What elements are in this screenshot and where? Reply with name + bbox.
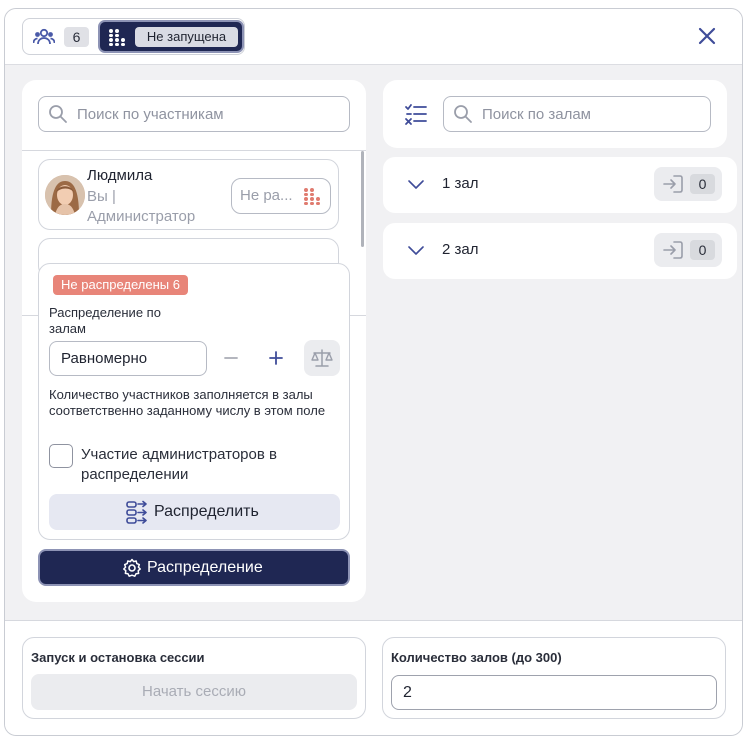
participant-card[interactable]: Людмила Вы | Администратор Не ра... xyxy=(38,159,339,230)
participant-role-line1: Вы | xyxy=(87,188,116,205)
room-participants-count: 0 xyxy=(690,240,715,260)
participant-role-line2: Администратор xyxy=(87,208,196,225)
session-window: 6 Не запущена Поиск по участникам Людмил… xyxy=(4,8,743,736)
session-header-group: 6 Не запущена xyxy=(22,18,245,55)
participant-role: Вы | Администратор xyxy=(87,187,217,227)
sort-icon[interactable] xyxy=(404,102,428,126)
rooms-search-panel xyxy=(383,80,727,148)
avatar xyxy=(45,175,85,215)
search-icon xyxy=(49,105,67,123)
people-icon xyxy=(33,28,55,45)
rooms-count-input[interactable]: 2 xyxy=(391,675,717,710)
search-icon xyxy=(454,105,472,123)
admins-checkbox-label: Участие администраторов в распределении xyxy=(81,446,277,483)
join-room-button[interactable]: 0 xyxy=(654,233,722,267)
distribution-mode-field[interactable]: Равномерно xyxy=(49,341,207,376)
distribution-settings-label: Распределение xyxy=(147,559,263,576)
room-participants-count: 0 xyxy=(690,174,715,194)
rooms-search[interactable] xyxy=(443,96,711,132)
distribute-icon xyxy=(126,500,147,524)
participant-room-select[interactable]: Не ра... xyxy=(231,178,331,214)
rooms-search-input[interactable] xyxy=(482,97,706,131)
session-status-button[interactable]: Не запущена xyxy=(98,20,244,53)
session-status-badge: Не запущена xyxy=(135,27,238,47)
participant-name: Людмила xyxy=(87,167,153,184)
plus-icon[interactable] xyxy=(267,349,285,367)
distribution-box: Не распределены 6 Распределение по залам… xyxy=(38,263,350,540)
rooms-count-title: Количество залов (до 300) xyxy=(391,650,562,665)
room-row[interactable]: 2 зал 0 xyxy=(383,223,737,279)
chevron-down-icon[interactable] xyxy=(407,243,425,257)
enter-room-icon xyxy=(663,241,683,259)
bottom-bar: Запуск и остановка сессии Начать сессию … xyxy=(5,620,742,735)
top-bar: 6 Не запущена xyxy=(5,9,742,65)
balance-icon xyxy=(311,349,333,367)
close-icon[interactable] xyxy=(695,24,719,48)
minus-icon[interactable] xyxy=(222,349,240,367)
gear-icon xyxy=(123,558,141,577)
join-room-button[interactable]: 0 xyxy=(654,167,722,201)
group-icon xyxy=(109,29,125,46)
rooms-count-card: Количество залов (до 300) 2 xyxy=(382,637,726,719)
unassigned-badge: Не распределены 6 xyxy=(53,275,188,295)
participants-scrollbar[interactable] xyxy=(361,151,364,247)
session-control-title: Запуск и остановка сессии xyxy=(31,650,205,665)
balance-button[interactable] xyxy=(304,340,340,376)
distribute-button-label: Распределить xyxy=(154,503,259,520)
distribute-button[interactable]: Распределить xyxy=(49,494,340,530)
enter-room-icon xyxy=(663,175,683,193)
distribution-hint: Количество участников заполняется в залы… xyxy=(49,387,326,418)
room-name: 2 зал xyxy=(442,241,479,258)
room-row[interactable]: 1 зал 0 xyxy=(383,157,737,213)
participant-room-placeholder: Не ра... xyxy=(240,187,293,204)
start-session-button[interactable]: Начать сессию xyxy=(31,674,357,710)
chevron-down-icon[interactable] xyxy=(407,177,425,191)
admins-checkbox[interactable] xyxy=(49,444,73,468)
participants-panel: Людмила Вы | Администратор Не ра... xyxy=(22,80,366,602)
distribution-label: Распределение по залам xyxy=(49,305,161,336)
distribution-settings-button[interactable]: Распределение xyxy=(38,549,350,586)
group-icon xyxy=(304,188,320,205)
participants-search-input[interactable] xyxy=(77,97,345,131)
room-name: 1 зал xyxy=(442,175,479,192)
participants-count-badge: 6 xyxy=(64,27,89,47)
participants-search[interactable] xyxy=(38,96,350,132)
session-control-card: Запуск и остановка сессии Начать сессию xyxy=(22,637,366,719)
